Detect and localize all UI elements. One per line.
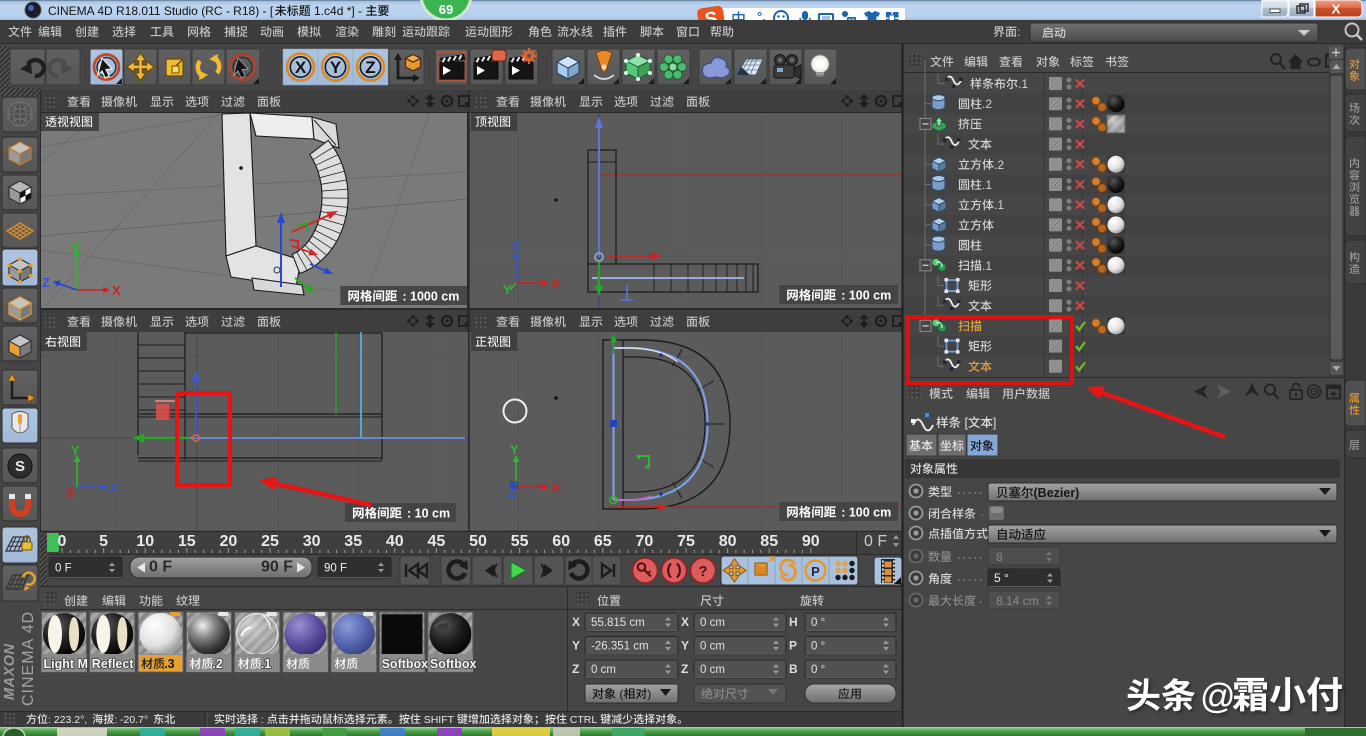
svg-text:P: P xyxy=(789,639,797,653)
svg-text:60: 60 xyxy=(552,533,570,550)
svg-text:[: [ xyxy=(961,416,968,430)
svg-text:0 cm: 0 cm xyxy=(700,617,725,629)
svg-text:(: ( xyxy=(616,687,623,701)
svg-text:0 cm: 0 cm xyxy=(591,664,616,676)
svg-text:5 °: 5 ° xyxy=(994,571,1009,585)
svg-text:5: 5 xyxy=(99,533,108,550)
svg-text:P: P xyxy=(811,564,820,579)
svg-text:Y: Y xyxy=(572,639,580,653)
svg-text:Y: Y xyxy=(330,58,342,77)
svg-text:.2: .2 xyxy=(982,97,992,111)
svg-text:85: 85 xyxy=(760,533,778,550)
svg-text:X: X xyxy=(572,615,580,629)
svg-text:8.14 cm: 8.14 cm xyxy=(996,594,1039,608)
svg-text:.1: .1 xyxy=(982,259,992,273)
svg-text:40: 40 xyxy=(386,533,404,550)
svg-text:80: 80 xyxy=(719,533,737,550)
svg-text:CTRL: CTRL xyxy=(567,714,600,726)
svg-text:: 223.2°,: : 223.2°, xyxy=(48,714,90,726)
svg-text:65: 65 xyxy=(594,533,612,550)
svg-text:X: X xyxy=(112,283,121,298)
svg-text:20: 20 xyxy=(220,533,238,550)
svg-text:: 100 cm: : 100 cm xyxy=(841,289,891,303)
svg-text:55.815 cm: 55.815 cm xyxy=(591,617,645,629)
svg-text:Z: Z xyxy=(365,58,375,77)
svg-text:8: 8 xyxy=(996,550,1003,564)
svg-text:Y: Y xyxy=(71,239,80,254)
svg-text:0 F: 0 F xyxy=(864,533,887,550)
svg-text:90 F: 90 F xyxy=(261,559,293,576)
svg-text:Z: Z xyxy=(572,662,579,676)
svg-text:): ) xyxy=(647,687,651,701)
svg-text:Y: Y xyxy=(503,282,512,297)
svg-text:1.c4d *] -: 1.c4d *] - xyxy=(311,4,366,18)
svg-text::: : xyxy=(258,714,267,726)
svg-text:SHIFT: SHIFT xyxy=(421,714,457,726)
svg-text:X: X xyxy=(66,485,75,500)
svg-text:Z: Z xyxy=(512,238,520,253)
svg-text:(Bezier): (Bezier) xyxy=(1034,486,1080,500)
svg-text:Z: Z xyxy=(42,275,50,290)
svg-text:25: 25 xyxy=(261,533,279,550)
svg-text:0 F: 0 F xyxy=(149,559,172,576)
svg-text:10: 10 xyxy=(136,533,154,550)
svg-text:S: S xyxy=(15,458,25,475)
svg-text:Y: Y xyxy=(510,442,519,457)
svg-text:CINEMA 4D: CINEMA 4D xyxy=(20,611,37,706)
svg-text:90: 90 xyxy=(802,533,820,550)
svg-text:Z: Z xyxy=(681,662,688,676)
svg-text:50: 50 xyxy=(469,533,487,550)
svg-text:.1: .1 xyxy=(261,657,271,671)
svg-text:90 F: 90 F xyxy=(324,563,347,575)
svg-text:X: X xyxy=(295,58,307,77)
svg-text:0 cm: 0 cm xyxy=(700,664,725,676)
svg-text:@: @ xyxy=(1200,677,1236,716)
svg-text:70: 70 xyxy=(636,533,654,550)
svg-text:B: B xyxy=(789,662,798,676)
svg-text:.1: .1 xyxy=(982,178,992,192)
svg-text:Reflect: Reflect xyxy=(92,657,135,671)
svg-text:.1: .1 xyxy=(1018,77,1028,91)
svg-text:0: 0 xyxy=(58,533,67,550)
svg-text:0 F: 0 F xyxy=(55,563,72,575)
svg-text:X: X xyxy=(551,480,560,495)
svg-text:?: ? xyxy=(699,564,708,580)
svg-text:: 10 cm: : 10 cm xyxy=(407,507,450,521)
svg-text:: 100 cm: : 100 cm xyxy=(841,506,891,520)
svg-text:Light M: Light M xyxy=(44,657,88,671)
svg-text:69: 69 xyxy=(439,2,453,17)
svg-text:X: X xyxy=(1332,2,1341,17)
svg-text:MAXON: MAXON xyxy=(2,644,18,701)
svg-text:.2: .2 xyxy=(212,657,222,671)
svg-text:Z: Z xyxy=(110,480,118,495)
svg-text:: -20.7°: : -20.7° xyxy=(114,714,151,726)
svg-text:.1: .1 xyxy=(994,198,1004,212)
svg-text:0 °: 0 ° xyxy=(811,664,825,676)
svg-text:75: 75 xyxy=(677,533,695,550)
svg-text:-26.351 cm: -26.351 cm xyxy=(591,641,649,653)
svg-text:0 °: 0 ° xyxy=(811,641,825,653)
svg-text:30: 30 xyxy=(303,533,321,550)
svg-text:45: 45 xyxy=(428,533,446,550)
svg-text:CINEMA 4D R18.011 Studio (RC -: CINEMA 4D R18.011 Studio (RC - R18) - [ xyxy=(48,4,274,18)
svg-text:.3: .3 xyxy=(164,657,174,671)
svg-text:H: H xyxy=(789,615,798,629)
svg-text:X: X xyxy=(681,615,689,629)
svg-text:55: 55 xyxy=(511,533,529,550)
svg-text:Y: Y xyxy=(71,443,80,458)
svg-text:Softbox: Softbox xyxy=(382,657,429,671)
svg-text:.2: .2 xyxy=(994,158,1004,172)
svg-text:0 °: 0 ° xyxy=(811,617,825,629)
svg-text:Y: Y xyxy=(681,639,689,653)
svg-text::: : xyxy=(1017,25,1020,39)
svg-text:Softbox: Softbox xyxy=(430,657,477,671)
svg-text:]: ] xyxy=(993,416,996,430)
svg-text:: 1000 cm: : 1000 cm xyxy=(402,290,459,304)
svg-text:35: 35 xyxy=(344,533,362,550)
svg-text:15: 15 xyxy=(178,533,196,550)
svg-text:0 cm: 0 cm xyxy=(700,641,725,653)
svg-text:X: X xyxy=(551,276,560,291)
